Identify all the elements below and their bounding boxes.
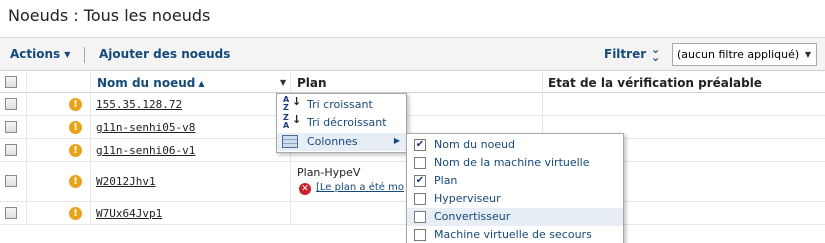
columns-icon (282, 135, 298, 148)
column-toggle-standby-vm[interactable]: Machine virtuelle de secours (407, 226, 623, 243)
column-checkbox-checked[interactable]: ✔ (414, 139, 426, 151)
node-name-link[interactable]: W2012Jhv1 (96, 175, 156, 188)
row-checkbox[interactable] (5, 175, 17, 187)
column-checkbox[interactable] (414, 193, 426, 205)
columns-menu-item[interactable]: Colonnes ▶ (277, 133, 406, 151)
toolbar: Actions ▼ Ajouter des noeuds Filtrer ⌄ ⌄ (… (0, 37, 825, 71)
sort-ascending-menu-item[interactable]: A Z ↓ Tri croissant (277, 96, 406, 114)
column-toggle-plan[interactable]: ✔ Plan (407, 172, 623, 190)
column-divider (26, 72, 27, 225)
chevron-down-icon: ▼ (804, 50, 811, 59)
double-chevron-down-icon[interactable]: ⌄ ⌄ (651, 44, 660, 63)
row-checkbox[interactable] (5, 121, 17, 133)
row-checkbox[interactable] (5, 98, 17, 110)
precheck-status-link[interactable]: [Le plan a été modi (316, 182, 404, 193)
warning-icon: ! (69, 175, 82, 188)
sort-descending-menu-item[interactable]: Z A ↓ Tri décroissant (277, 114, 406, 132)
node-name-link[interactable]: 155.35.128.72 (96, 98, 182, 111)
column-checkbox-checked[interactable]: ✔ (414, 175, 426, 187)
warning-icon: ! (69, 121, 82, 134)
column-context-menu: A Z ↓ Tri croissant Z A ↓ Tri décroissant Co… (276, 93, 407, 153)
plan-name: Plan-HypeV (297, 166, 361, 179)
sort-za-icon: Z A ↓ (283, 113, 302, 130)
filter-select-value: (aucun filtre appliqué) (677, 48, 800, 61)
row-checkbox[interactable] (5, 144, 17, 156)
table-header: Nom du noeud ▲ ▼ Plan Etat de la vérifica… (0, 72, 825, 93)
actions-label: Actions (10, 47, 61, 61)
column-toggle-converter[interactable]: Convertisseur (407, 208, 623, 226)
filter-label[interactable]: Filtrer (604, 47, 646, 61)
warning-icon: ! (69, 207, 82, 220)
add-nodes-button[interactable]: Ajouter des noeuds (99, 47, 230, 61)
column-checkbox[interactable] (414, 157, 426, 169)
column-menu-arrow-icon[interactable]: ▼ (280, 78, 286, 87)
column-toggle-vm-name[interactable]: Nom de la machine virtuelle (407, 154, 623, 172)
column-header-precheck[interactable]: Etat de la vérification préalable (548, 76, 762, 90)
column-header-plan[interactable]: Plan (297, 76, 327, 90)
node-name-link[interactable]: W7Ux64Jvp1 (96, 207, 162, 220)
node-name-link[interactable]: g11n-senhi06-v1 (96, 144, 195, 157)
column-divider (90, 72, 91, 225)
columns-submenu: ✔ Nom du noeud Nom de la machine virtuell… (406, 133, 624, 243)
sort-ascending-icon: ▲ (198, 79, 205, 88)
warning-icon: ! (69, 98, 82, 111)
error-icon: ✕ (299, 183, 311, 195)
row-checkbox[interactable] (5, 207, 17, 219)
column-checkbox[interactable] (414, 229, 426, 241)
page-title: Noeuds : Tous les noeuds (8, 6, 211, 25)
column-toggle-node-name[interactable]: ✔ Nom du noeud (407, 136, 623, 154)
select-all-checkbox[interactable] (5, 76, 17, 88)
column-checkbox[interactable] (414, 211, 426, 223)
actions-menu-button[interactable]: Actions ▼ (10, 47, 70, 61)
chevron-right-icon: ▶ (393, 136, 400, 145)
filter-select[interactable]: (aucun filtre appliqué) ▼ (672, 43, 817, 66)
chevron-down-icon: ▼ (64, 50, 71, 59)
table-row[interactable]: ! 155.35.128.72 (0, 93, 825, 116)
node-name-link[interactable]: g11n-senhi05-v8 (96, 121, 195, 134)
sort-az-icon: A Z ↓ (283, 95, 302, 112)
toolbar-divider (84, 47, 85, 63)
column-header-node-name[interactable]: Nom du noeud ▲ (97, 76, 205, 90)
column-toggle-hypervisor[interactable]: Hyperviseur (407, 190, 623, 208)
warning-icon: ! (69, 144, 82, 157)
